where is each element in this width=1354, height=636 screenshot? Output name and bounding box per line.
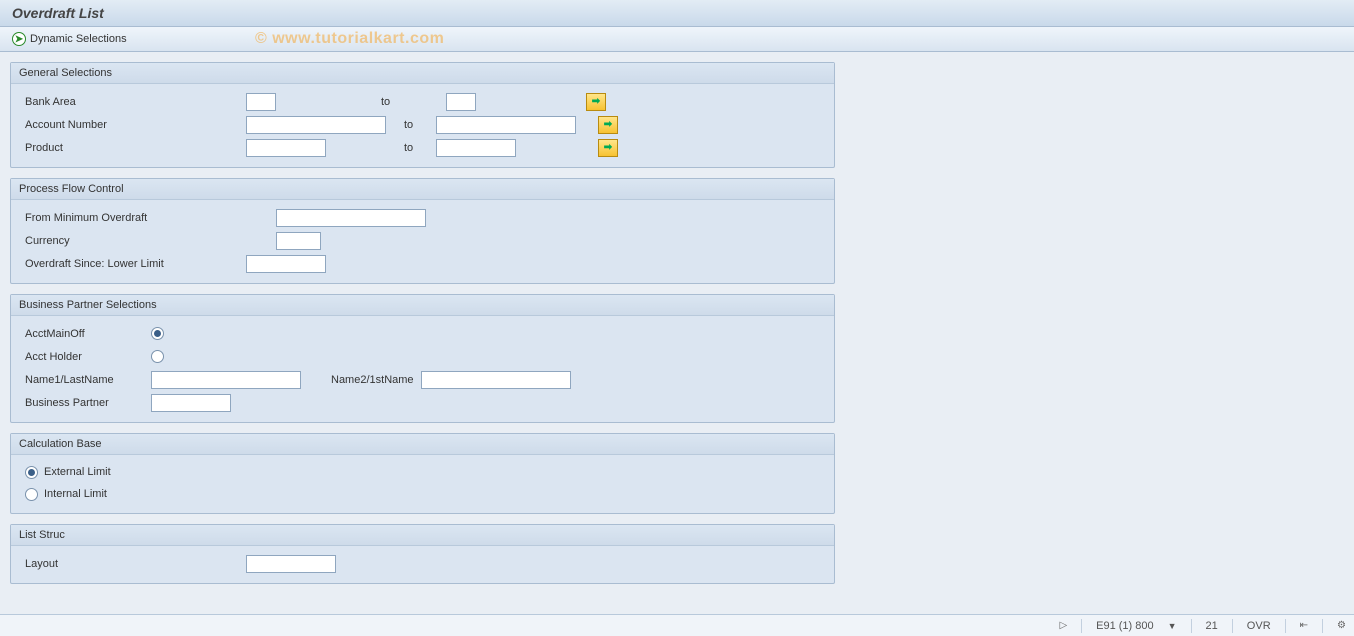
name1-label: Name1/LastName <box>21 374 151 386</box>
status-mode: OVR <box>1247 620 1271 632</box>
name1-input[interactable] <box>151 371 301 389</box>
bank-area-to-label: to <box>276 96 446 108</box>
panel-title-calc: Calculation Base <box>11 434 834 455</box>
layout-input[interactable] <box>246 555 336 573</box>
content-area: General Selections Bank Area to ➡ Accoun… <box>0 52 1354 604</box>
panel-calc-base: Calculation Base External Limit Internal… <box>10 433 835 514</box>
min-overdraft-label: From Minimum Overdraft <box>21 212 276 224</box>
account-number-to-input[interactable] <box>436 116 576 134</box>
product-label: Product <box>21 142 246 154</box>
bank-area-to-input[interactable] <box>446 93 476 111</box>
back-icon[interactable]: ⇤ <box>1300 620 1308 631</box>
panel-general-selections: General Selections Bank Area to ➡ Accoun… <box>10 62 835 168</box>
bp-input[interactable] <box>151 394 231 412</box>
panel-list-struc: List Struc Layout <box>10 524 835 584</box>
bp-label: Business Partner <box>21 397 151 409</box>
product-to-input[interactable] <box>436 139 516 157</box>
acct-holder-radio[interactable] <box>151 350 164 363</box>
bank-area-from-input[interactable] <box>246 93 276 111</box>
currency-input[interactable] <box>276 232 321 250</box>
watermark-text: © www.tutorialkart.com <box>255 30 444 48</box>
settings-icon[interactable]: ⚙ <box>1337 620 1346 631</box>
panel-process-flow: Process Flow Control From Minimum Overdr… <box>10 178 835 284</box>
status-bar: ▷ E91 (1) 800 ▼ 21 OVR ⇤ ⚙ <box>0 614 1354 636</box>
external-limit-option[interactable]: External Limit <box>21 461 824 483</box>
toolbar: ➤ Dynamic Selections © www.tutorialkart.… <box>0 27 1354 52</box>
bank-area-multiple-selection-button[interactable]: ➡ <box>586 93 606 111</box>
status-arrow-icon: ▷ <box>1059 620 1067 631</box>
account-number-multiple-selection-button[interactable]: ➡ <box>598 116 618 134</box>
panel-title-bp: Business Partner Selections <box>11 295 834 316</box>
panel-title-process-flow: Process Flow Control <box>11 179 834 200</box>
product-to-label: to <box>404 142 436 154</box>
status-client: 21 <box>1206 620 1218 632</box>
bank-area-label: Bank Area <box>21 96 246 108</box>
external-limit-label: External Limit <box>44 466 111 478</box>
panel-title-general: General Selections <box>11 63 834 84</box>
panel-title-list: List Struc <box>11 525 834 546</box>
name2-input[interactable] <box>421 371 571 389</box>
product-multiple-selection-button[interactable]: ➡ <box>598 139 618 157</box>
dynamic-selections-label: Dynamic Selections <box>30 33 127 45</box>
execute-icon: ➤ <box>12 32 26 46</box>
external-limit-radio[interactable] <box>25 466 38 479</box>
account-number-label: Account Number <box>21 119 246 131</box>
acct-main-off-label: AcctMainOff <box>21 328 151 340</box>
layout-label: Layout <box>21 558 246 570</box>
currency-label: Currency <box>21 235 276 247</box>
account-number-from-input[interactable] <box>246 116 386 134</box>
page-title: Overdraft List <box>12 5 104 21</box>
acct-holder-label: Acct Holder <box>21 351 151 363</box>
min-overdraft-input[interactable] <box>276 209 426 227</box>
acct-main-off-radio[interactable] <box>151 327 164 340</box>
internal-limit-label: Internal Limit <box>44 488 107 500</box>
product-from-input[interactable] <box>246 139 326 157</box>
name2-label: Name2/1stName <box>301 374 421 386</box>
internal-limit-radio[interactable] <box>25 488 38 501</box>
overdraft-since-label: Overdraft Since: Lower Limit <box>21 258 246 270</box>
internal-limit-option[interactable]: Internal Limit <box>21 483 824 505</box>
account-number-to-label: to <box>404 119 436 131</box>
overdraft-since-input[interactable] <box>246 255 326 273</box>
status-system: E91 (1) 800 <box>1096 620 1153 632</box>
dynamic-selections-button[interactable]: ➤ Dynamic Selections <box>12 32 127 46</box>
dropdown-icon[interactable]: ▼ <box>1168 621 1177 631</box>
title-bar: Overdraft List <box>0 0 1354 27</box>
panel-business-partner: Business Partner Selections AcctMainOff … <box>10 294 835 423</box>
